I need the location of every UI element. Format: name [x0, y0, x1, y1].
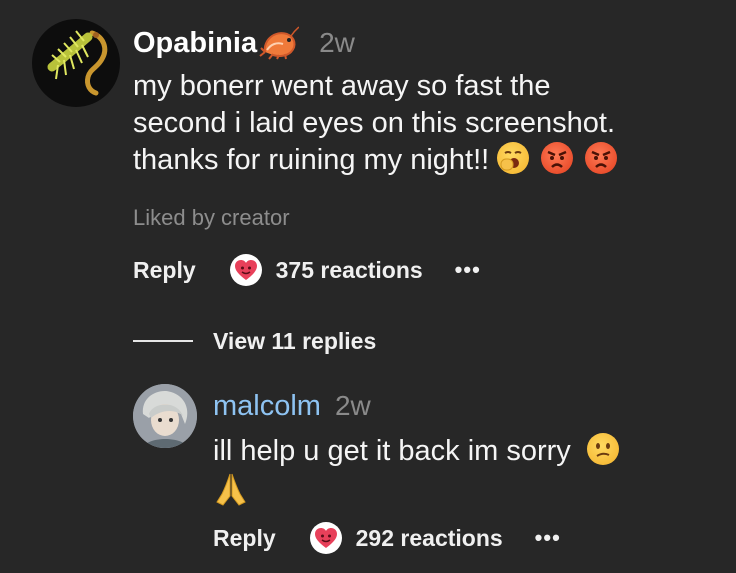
- liked-by-creator: Liked by creator: [133, 205, 290, 230]
- comment-username[interactable]: Opabinia: [133, 27, 257, 60]
- heart-face-icon[interactable]: [309, 522, 342, 554]
- comment-timestamp: 2w: [319, 27, 355, 58]
- yawning-face-icon: [497, 142, 530, 174]
- avatar-opabinia[interactable]: [32, 19, 120, 107]
- replies-divider: [133, 340, 193, 342]
- heart-face-icon[interactable]: [229, 254, 262, 286]
- reply-username[interactable]: malcolm: [213, 390, 321, 423]
- reply-timestamp: 2w: [334, 390, 371, 421]
- comment-text-line: my bonerr went away so fast the: [133, 70, 551, 102]
- reply-text: ill help u get it back im sorry: [213, 433, 713, 516]
- comment-text-line-with-emoji: thanks for ruining my night!!: [133, 142, 723, 179]
- shrimp-icon: [259, 26, 300, 60]
- angry-face-icon: [541, 142, 574, 174]
- reply-button[interactable]: Reply: [133, 257, 196, 284]
- reactions-count[interactable]: 292 reactions: [356, 525, 503, 552]
- comment-text-line: second i laid eyes on this screenshot.: [133, 107, 615, 139]
- reactions-count[interactable]: 375 reactions: [276, 257, 423, 284]
- more-options-button[interactable]: •••: [455, 257, 481, 283]
- angry-face-icon: [585, 142, 618, 174]
- reply-text-line: ill help u get it back im sorry: [213, 435, 571, 467]
- view-replies-button[interactable]: View 11 replies: [213, 328, 376, 355]
- comment-text: my bonerr went away so fast the second i…: [133, 68, 723, 179]
- confused-face-icon: [586, 433, 619, 465]
- reply-button[interactable]: Reply: [213, 525, 276, 552]
- folded-hands-icon: [213, 472, 713, 516]
- avatar-malcolm[interactable]: [133, 384, 197, 448]
- more-options-button[interactable]: •••: [535, 525, 561, 551]
